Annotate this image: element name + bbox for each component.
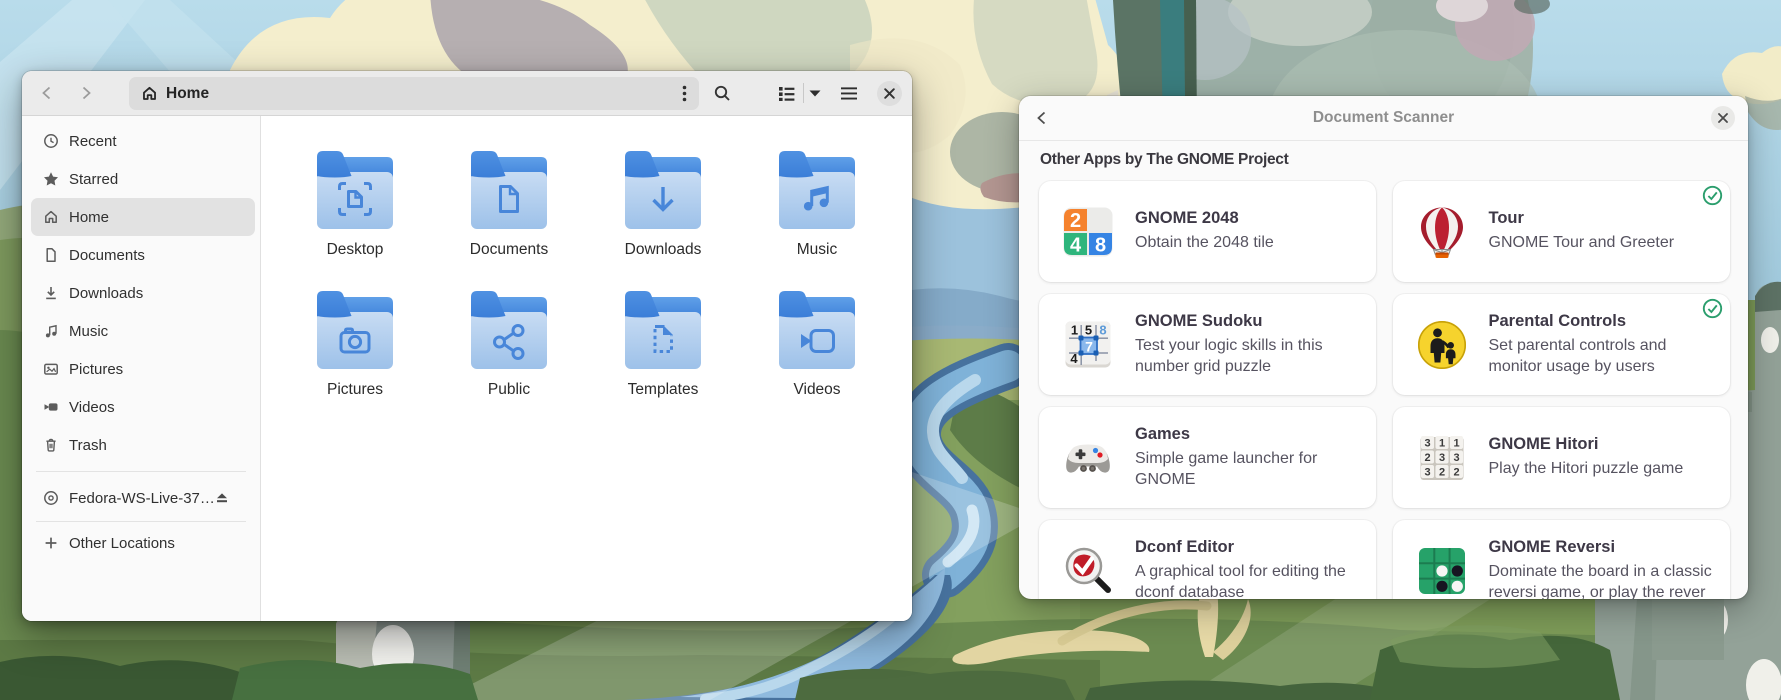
svg-text:8: 8	[1099, 322, 1106, 337]
svg-text:1: 1	[1071, 322, 1078, 337]
svg-text:3: 3	[1424, 466, 1430, 478]
svg-text:7: 7	[1085, 338, 1093, 354]
svg-text:3: 3	[1453, 452, 1459, 464]
svg-text:2: 2	[1438, 466, 1444, 478]
svg-text:5: 5	[1085, 322, 1092, 337]
svg-text:4: 4	[1070, 351, 1078, 366]
svg-text:8: 8	[1095, 234, 1106, 256]
svg-text:1: 1	[1453, 437, 1459, 449]
svg-text:2: 2	[1424, 452, 1430, 464]
svg-text:3: 3	[1438, 452, 1444, 464]
svg-text:4: 4	[1070, 234, 1082, 256]
svg-text:2: 2	[1070, 210, 1081, 232]
svg-text:3: 3	[1424, 437, 1430, 449]
svg-text:1: 1	[1438, 437, 1444, 449]
svg-text:2: 2	[1453, 466, 1459, 478]
